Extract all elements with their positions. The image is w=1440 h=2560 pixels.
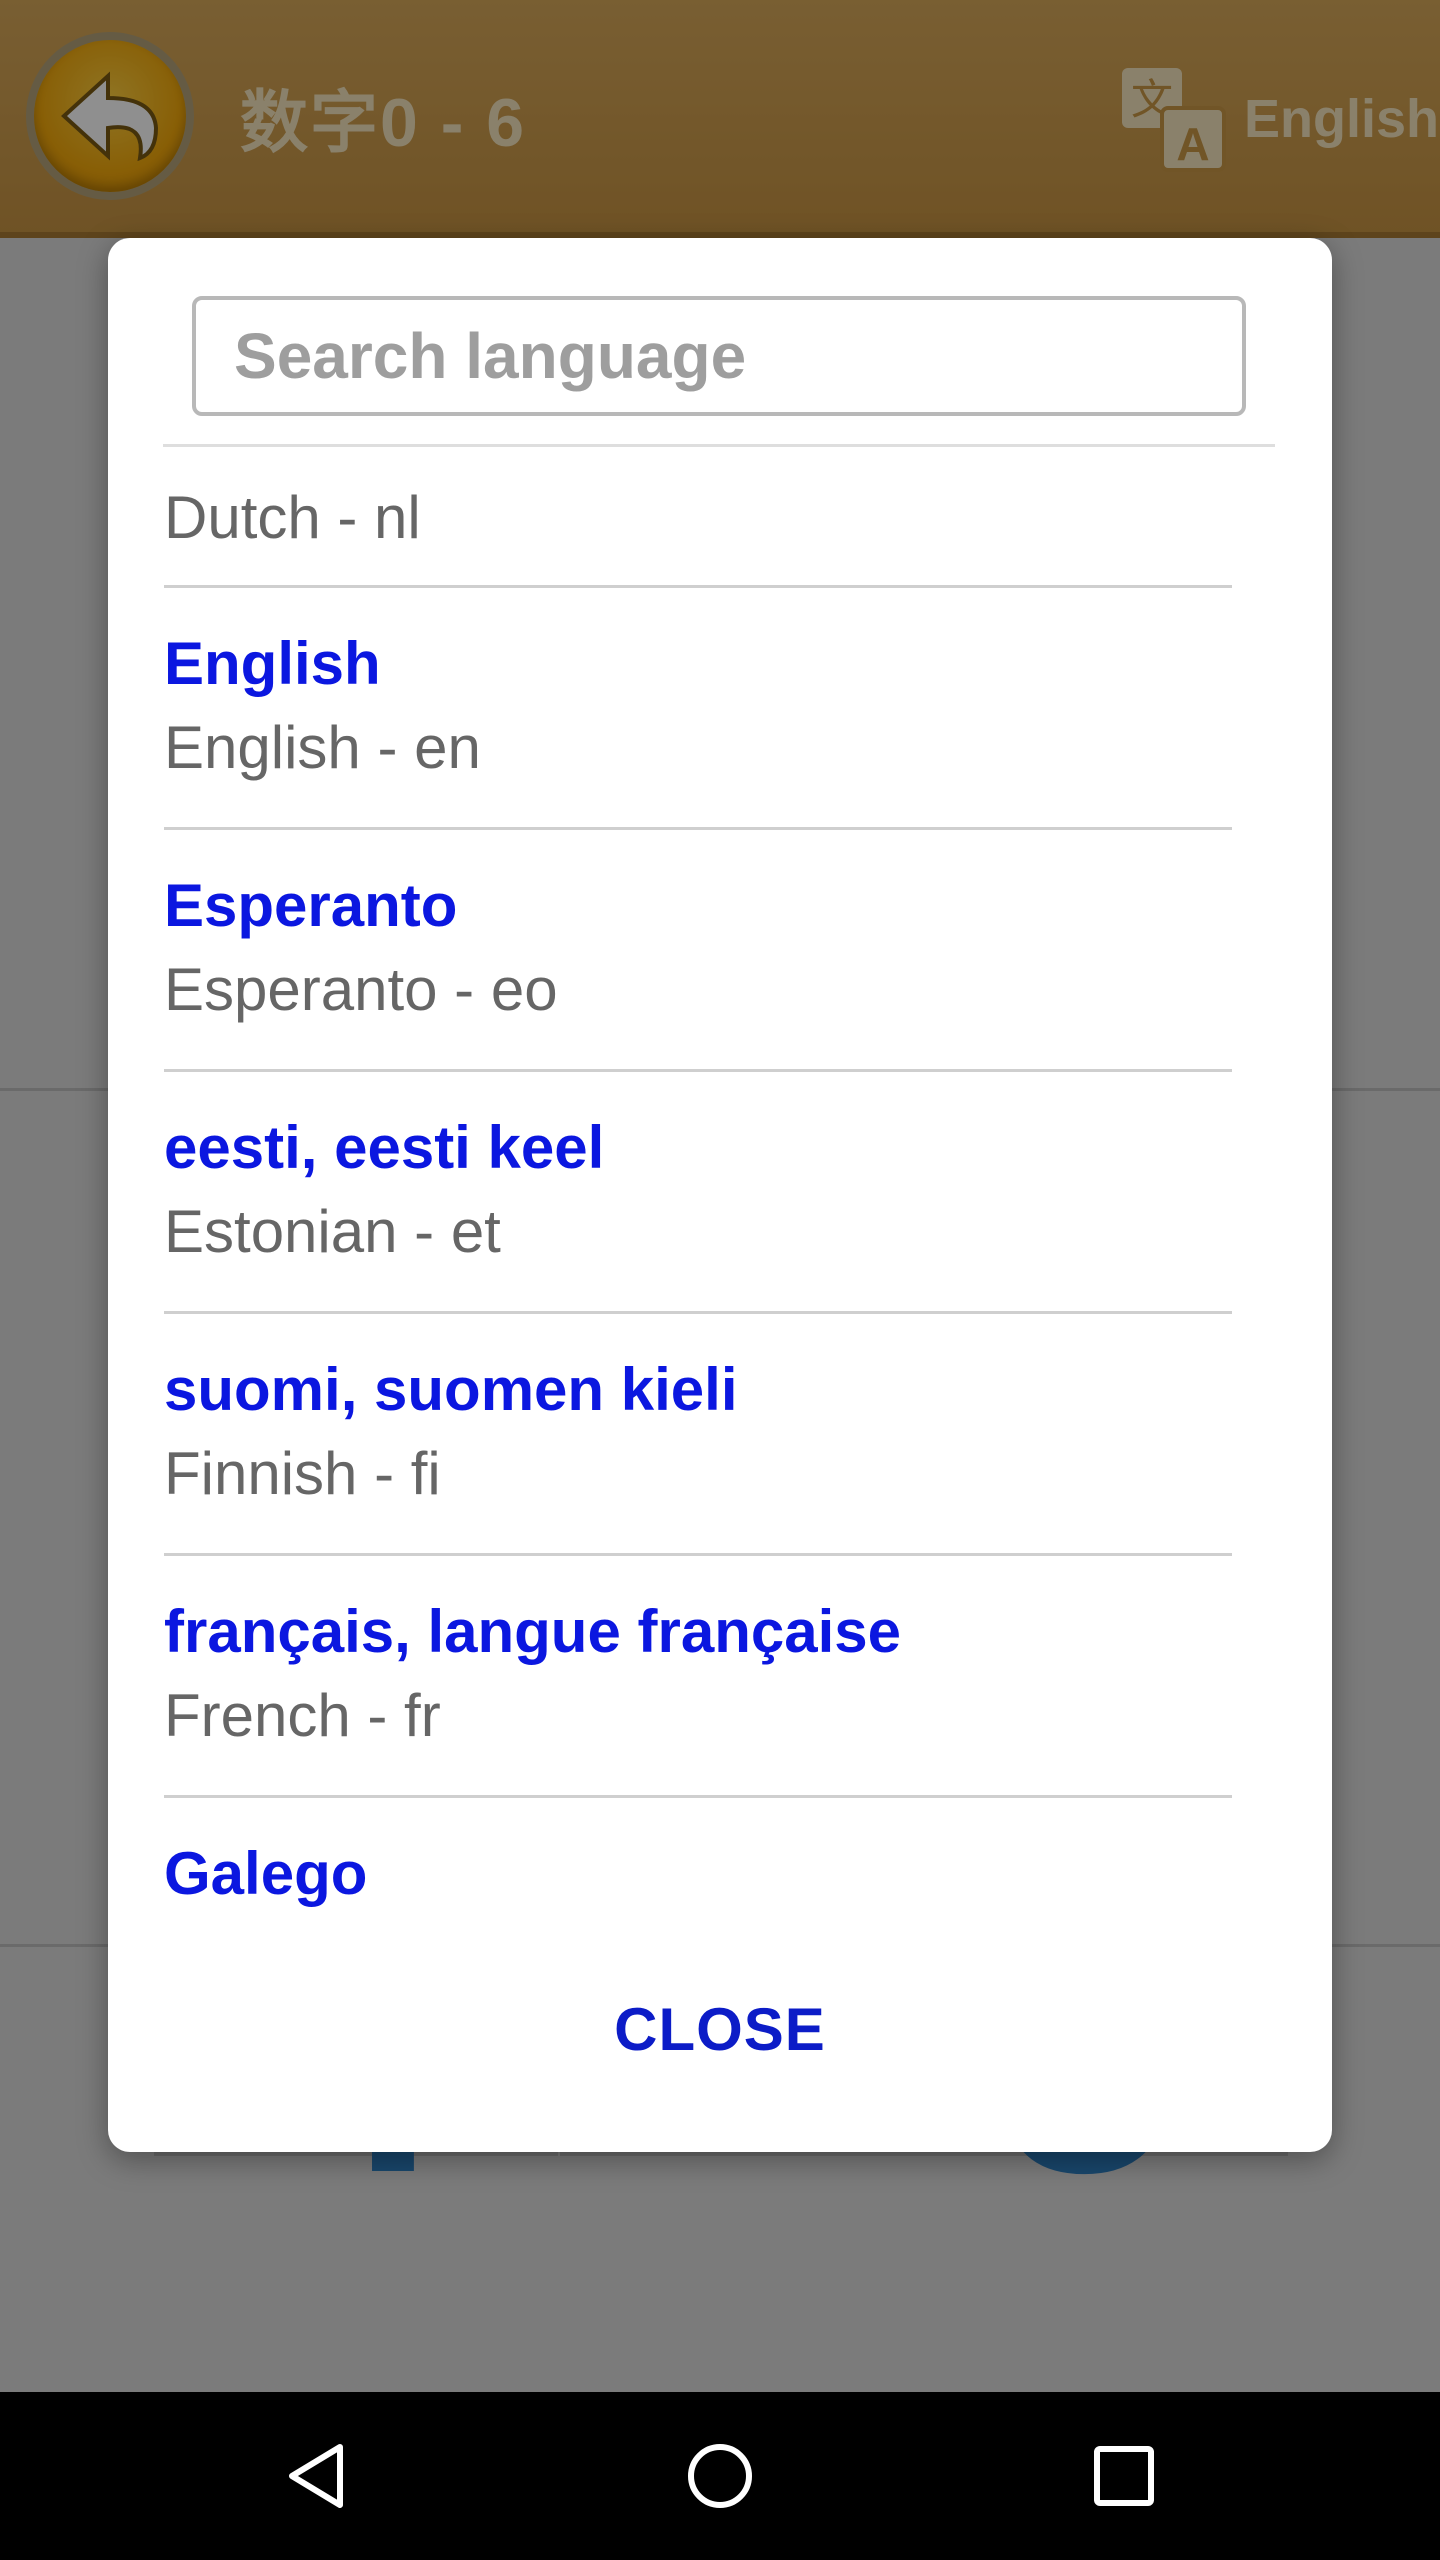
divider [163, 444, 1275, 447]
language-english-name: English - en [164, 714, 481, 781]
language-native-name: suomi, suomen kieli [164, 1356, 738, 1423]
nav-home-button[interactable] [636, 2392, 804, 2560]
language-native-name: français, langue française [164, 1598, 901, 1665]
language-english-name: Estonian - et [164, 1198, 501, 1265]
system-navigation-bar [0, 2392, 1440, 2560]
search-language-input[interactable] [196, 300, 1242, 412]
language-english-name: Finnish - fi [164, 1440, 441, 1507]
language-english-name: Esperanto - eo [164, 956, 558, 1023]
language-native-name: eesti, eesti keel [164, 1114, 605, 1181]
language-english-name: Dutch - nl [164, 484, 421, 551]
language-picker-dialog: Dutch - nl English English - en Esperant… [108, 238, 1332, 2152]
language-native-name: Galego [164, 1840, 368, 1907]
language-item-french[interactable]: français, langue française French - fr [164, 1556, 1232, 1798]
language-item-english[interactable]: English English - en [164, 588, 1232, 830]
recents-square-icon [1094, 2446, 1154, 2506]
home-circle-icon [688, 2444, 752, 2508]
language-item-finnish[interactable]: suomi, suomen kieli Finnish - fi [164, 1314, 1232, 1556]
back-triangle-icon [289, 2444, 343, 2508]
language-item-dutch[interactable]: Dutch - nl [164, 450, 1232, 588]
search-box [192, 296, 1246, 416]
language-english-name: French - fr [164, 1682, 441, 1749]
language-item-esperanto[interactable]: Esperanto Esperanto - eo [164, 830, 1232, 1072]
language-item-galician[interactable]: Galego [164, 1798, 1232, 1928]
close-button[interactable]: CLOSE [548, 1978, 892, 2082]
nav-back-button[interactable] [232, 2392, 400, 2560]
language-list[interactable]: Dutch - nl English English - en Esperant… [164, 450, 1232, 1928]
language-native-name: English [164, 630, 381, 697]
language-item-estonian[interactable]: eesti, eesti keel Estonian - et [164, 1072, 1232, 1314]
nav-recents-button[interactable] [1040, 2392, 1208, 2560]
language-native-name: Esperanto [164, 872, 458, 939]
